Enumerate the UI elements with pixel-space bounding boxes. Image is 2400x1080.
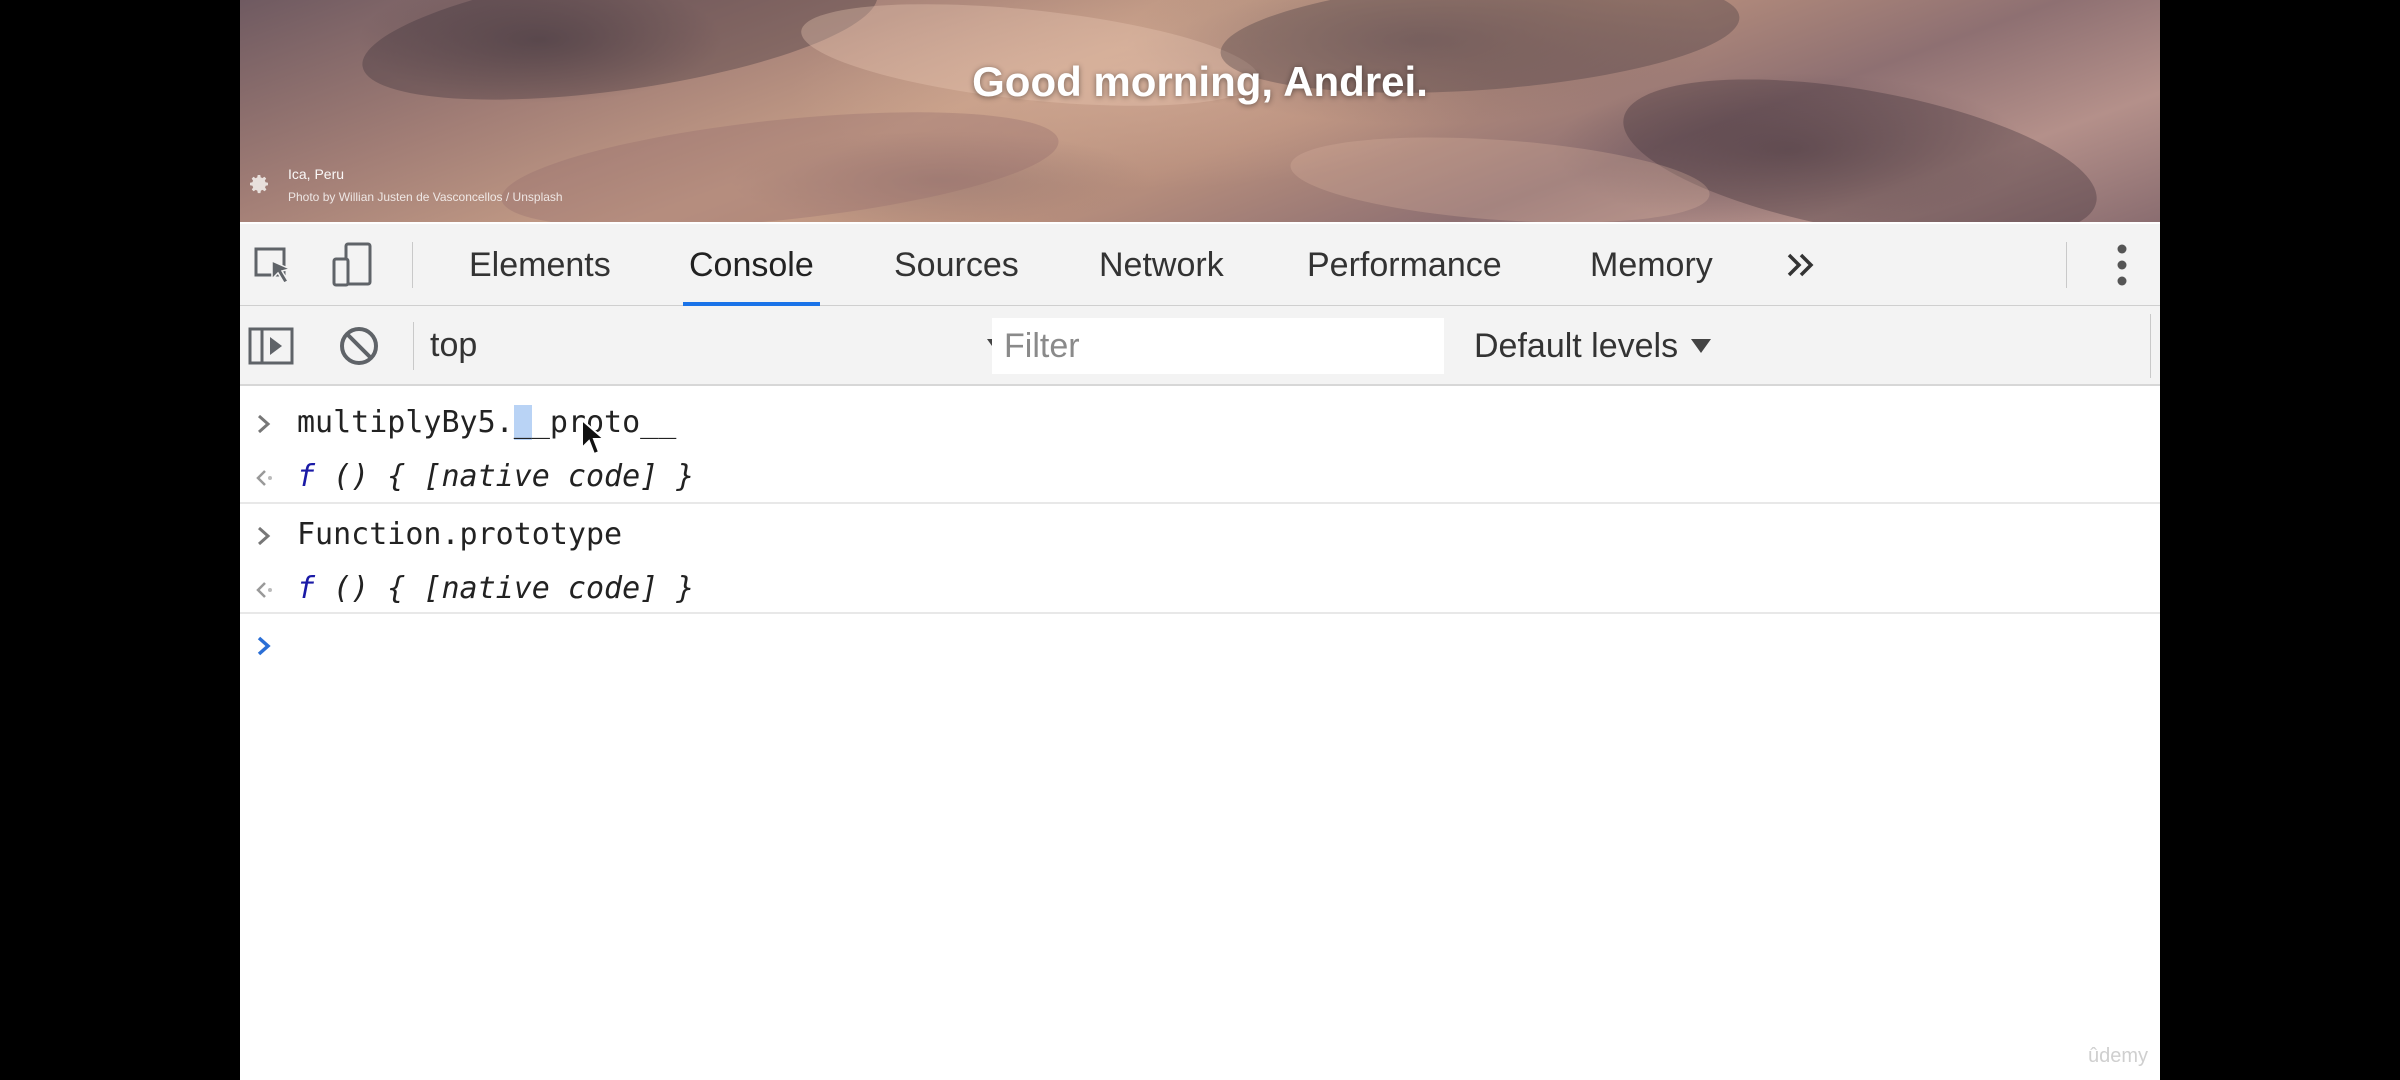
browser-frame: Good morning, Andrei. Ica, Peru Photo by… [240,0,2160,1080]
input-chevron-icon [250,516,278,556]
entry-divider [240,502,2160,504]
console-input-entry: Function.prototype [240,514,2160,558]
clear-console-icon[interactable] [334,306,384,386]
mouse-cursor-icon [581,418,607,456]
toolbar-divider [2150,314,2151,378]
selected-text: _ [513,405,532,440]
console-result-entry: f () { [native code] } [240,568,2160,612]
console-output[interactable]: multiplyBy5.__proto__ f () { [native cod… [240,388,2160,1080]
console-input-code[interactable]: Function.prototype [297,517,622,552]
toolbar-divider [413,322,414,370]
udemy-watermark: ûdemy [2087,1045,2148,1067]
console-prompt-line[interactable] [240,624,2160,668]
entry-divider [240,612,2160,614]
input-chevron-icon [250,404,278,444]
console-result-value[interactable]: f () { [native code] } [297,571,694,606]
photo-credit[interactable]: Photo by Willian Justen de Vasconcellos … [288,190,563,204]
log-levels-dropdown[interactable]: Default levels [1474,306,1712,386]
result-arrow-icon [250,570,278,610]
function-keyword: f [297,459,316,494]
tab-console[interactable]: Console [683,224,820,306]
context-selector[interactable]: top [418,316,1078,374]
tab-performance[interactable]: Performance [1307,224,1502,306]
filter-input[interactable] [992,318,1444,374]
show-sidebar-icon[interactable] [246,306,296,386]
devtools-tabbar: Elements Console Sources Network Perform… [240,224,2160,306]
inspect-element-icon[interactable] [250,224,298,306]
console-result-entry: f () { [native code] } [240,456,2160,500]
chevrons-right-icon[interactable] [1782,224,1822,306]
code-text: multiplyBy5. [297,405,514,440]
greeting-text: Good morning, Andrei. [972,58,1428,105]
code-text: () { [native code] } [315,459,695,494]
code-text: () { [native code] } [315,571,695,606]
log-levels-label: Default levels [1474,326,1679,365]
tab-network[interactable]: Network [1099,224,1224,306]
toolbar-divider [412,242,413,288]
console-result-value[interactable]: f () { [native code] } [297,459,694,494]
more-options-icon[interactable] [2102,224,2142,306]
context-value: top [430,325,478,364]
tab-sources[interactable]: Sources [894,224,1019,306]
device-toolbar-icon[interactable] [328,224,378,306]
photo-location: Ica, Peru [288,166,345,182]
gear-icon[interactable] [247,172,271,196]
prompt-chevron-icon [250,626,278,666]
new-tab-hero-image: Good morning, Andrei. Ica, Peru Photo by… [240,0,2160,222]
function-keyword: f [297,571,316,606]
tab-memory[interactable]: Memory [1590,224,1713,306]
console-toolbar: top Default levels [240,306,2160,386]
tab-elements[interactable]: Elements [469,224,611,306]
dropdown-arrow-icon [1691,339,1712,353]
console-input-entry: multiplyBy5.__proto__ [240,402,2160,456]
console-input-code[interactable]: multiplyBy5.__proto__ [297,405,676,440]
result-arrow-icon [250,458,278,498]
toolbar-divider [2066,242,2067,288]
